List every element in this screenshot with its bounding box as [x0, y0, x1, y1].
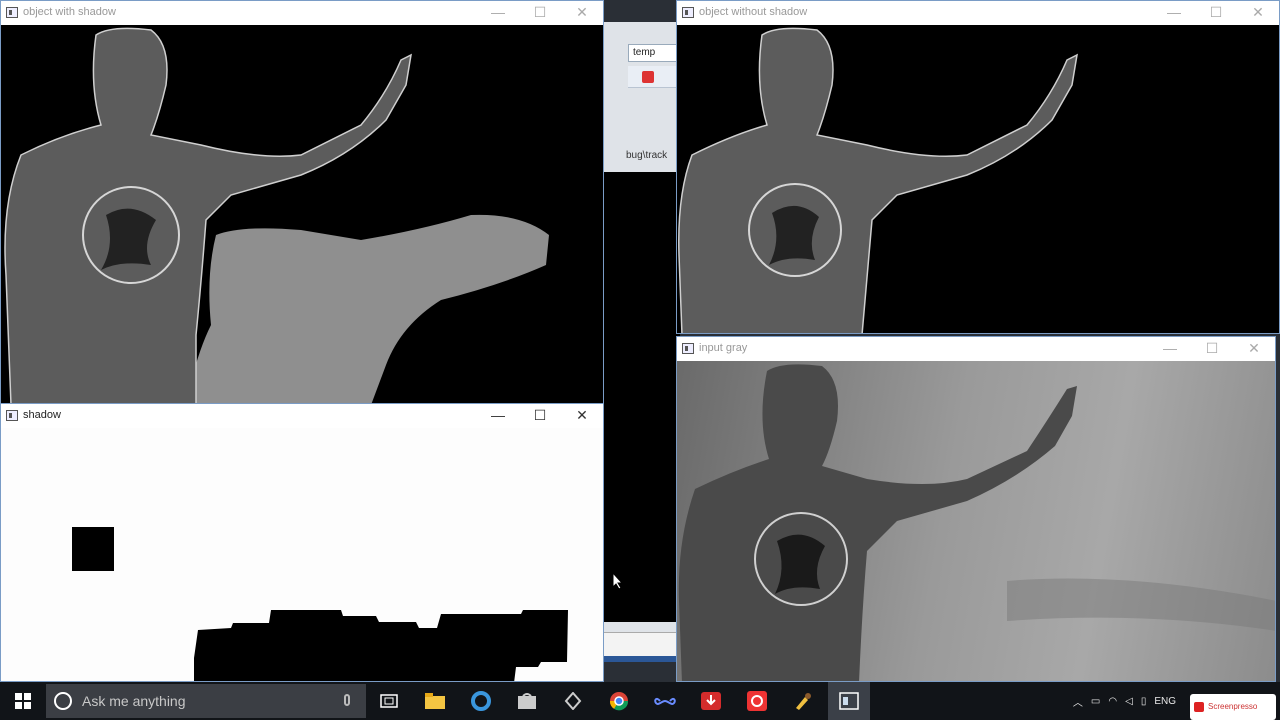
- titlebar[interactable]: object without shadow — ☐ ✕: [677, 1, 1279, 25]
- foreground-frame-image: [678, 27, 1078, 333]
- shadow-blob-large: [194, 610, 568, 681]
- background-status-bar: [600, 632, 680, 656]
- search-placeholder: Ask me anything: [82, 693, 186, 709]
- window-icon: [6, 7, 18, 18]
- background-console-area: [600, 172, 680, 622]
- screenpresso-icon[interactable]: [734, 682, 780, 720]
- maximize-button[interactable]: ☐: [1191, 337, 1233, 361]
- screenpresso-logo-icon: [1194, 702, 1204, 712]
- task-view-icon[interactable]: [366, 682, 412, 720]
- microphone-icon[interactable]: [344, 694, 350, 706]
- window-title: shadow: [23, 409, 61, 421]
- maximize-button[interactable]: ☐: [519, 404, 561, 428]
- window-shadow[interactable]: shadow — ☐ ✕: [0, 403, 604, 682]
- system-tray: ︿ ▭ ◠ ◁ ▯ ENG: [1073, 682, 1184, 720]
- background-ide-window[interactable]: temp bug\track: [600, 22, 680, 662]
- toolbar-app-icon[interactable]: [642, 71, 654, 83]
- person-silhouette: [678, 27, 1078, 333]
- paint-icon[interactable]: [780, 682, 826, 720]
- window-object-with-shadow[interactable]: object with shadow — ☐ ✕: [0, 0, 604, 404]
- window-title: input gray: [699, 342, 748, 354]
- mouse-cursor-icon: [612, 572, 624, 590]
- chevron-up-icon[interactable]: ︿: [1073, 694, 1083, 709]
- window-input-gray[interactable]: input gray — ☐ ✕: [676, 336, 1276, 682]
- window-icon: [682, 7, 694, 18]
- grayscale-frame-image: [678, 364, 1275, 681]
- desktop: temp bug\track object with shadow — ☐ ✕: [0, 0, 1280, 682]
- person-silhouette: [678, 364, 1077, 681]
- image-canvas: [677, 361, 1275, 681]
- shadow-blob-small: [72, 527, 114, 571]
- edge-icon[interactable]: [458, 682, 504, 720]
- maximize-button[interactable]: ☐: [1195, 1, 1237, 25]
- titlebar[interactable]: shadow — ☐ ✕: [1, 404, 603, 428]
- app-icon[interactable]: [550, 682, 596, 720]
- chrome-icon[interactable]: [596, 682, 642, 720]
- image-canvas: [1, 25, 603, 403]
- shirt-graphic: [769, 205, 819, 265]
- titlebar[interactable]: input gray — ☐ ✕: [677, 337, 1275, 361]
- window-title: object without shadow: [699, 6, 808, 18]
- active-window-icon: [839, 692, 859, 710]
- background-path-text: bug\track: [626, 150, 668, 161]
- volume-icon[interactable]: ◁: [1125, 696, 1133, 707]
- shadow-region: [186, 214, 549, 403]
- network-icon[interactable]: ▭: [1091, 696, 1100, 707]
- image-canvas: [677, 25, 1279, 333]
- active-window-taskbar-item[interactable]: [828, 682, 870, 720]
- screenpresso-watermark: Screenpresso: [1190, 694, 1276, 720]
- titlebar[interactable]: object with shadow — ☐ ✕: [1, 1, 603, 25]
- image-canvas: [1, 428, 603, 681]
- store-icon[interactable]: [504, 682, 550, 720]
- window-title: object with shadow: [23, 6, 116, 18]
- window-object-without-shadow[interactable]: object without shadow — ☐ ✕: [676, 0, 1280, 334]
- window-icon: [6, 410, 18, 421]
- watermark-text: Screenpresso: [1208, 702, 1258, 711]
- close-button[interactable]: ✕: [561, 404, 603, 428]
- infinity-app-icon[interactable]: [642, 682, 688, 720]
- maximize-button[interactable]: ☐: [519, 1, 561, 25]
- segmented-frame-image: [4, 27, 549, 403]
- close-button[interactable]: ✕: [1233, 337, 1275, 361]
- minimize-button[interactable]: —: [477, 404, 519, 428]
- download-app-icon[interactable]: [688, 682, 734, 720]
- background-tab[interactable]: temp: [628, 44, 678, 62]
- file-explorer-icon[interactable]: [412, 682, 458, 720]
- shadow-mask-image: [72, 527, 568, 681]
- minimize-button[interactable]: —: [1153, 1, 1195, 25]
- minimize-button[interactable]: —: [1149, 337, 1191, 361]
- windows-start-icon[interactable]: [0, 682, 46, 720]
- window-icon: [682, 343, 694, 354]
- background-toolbar: [628, 66, 680, 88]
- minimize-button[interactable]: —: [477, 1, 519, 25]
- wifi-icon[interactable]: ◠: [1108, 696, 1117, 707]
- close-button[interactable]: ✕: [561, 1, 603, 25]
- arm-shadow-on-wall: [1007, 578, 1275, 631]
- battery-icon[interactable]: ▯: [1141, 696, 1147, 707]
- cortana-icon[interactable]: [54, 692, 72, 710]
- language-indicator[interactable]: ENG: [1154, 696, 1176, 707]
- background-bottom-bar: [600, 656, 680, 662]
- close-button[interactable]: ✕: [1237, 1, 1279, 25]
- search-box[interactable]: Ask me anything: [46, 684, 366, 718]
- shirt-graphic: [775, 534, 825, 594]
